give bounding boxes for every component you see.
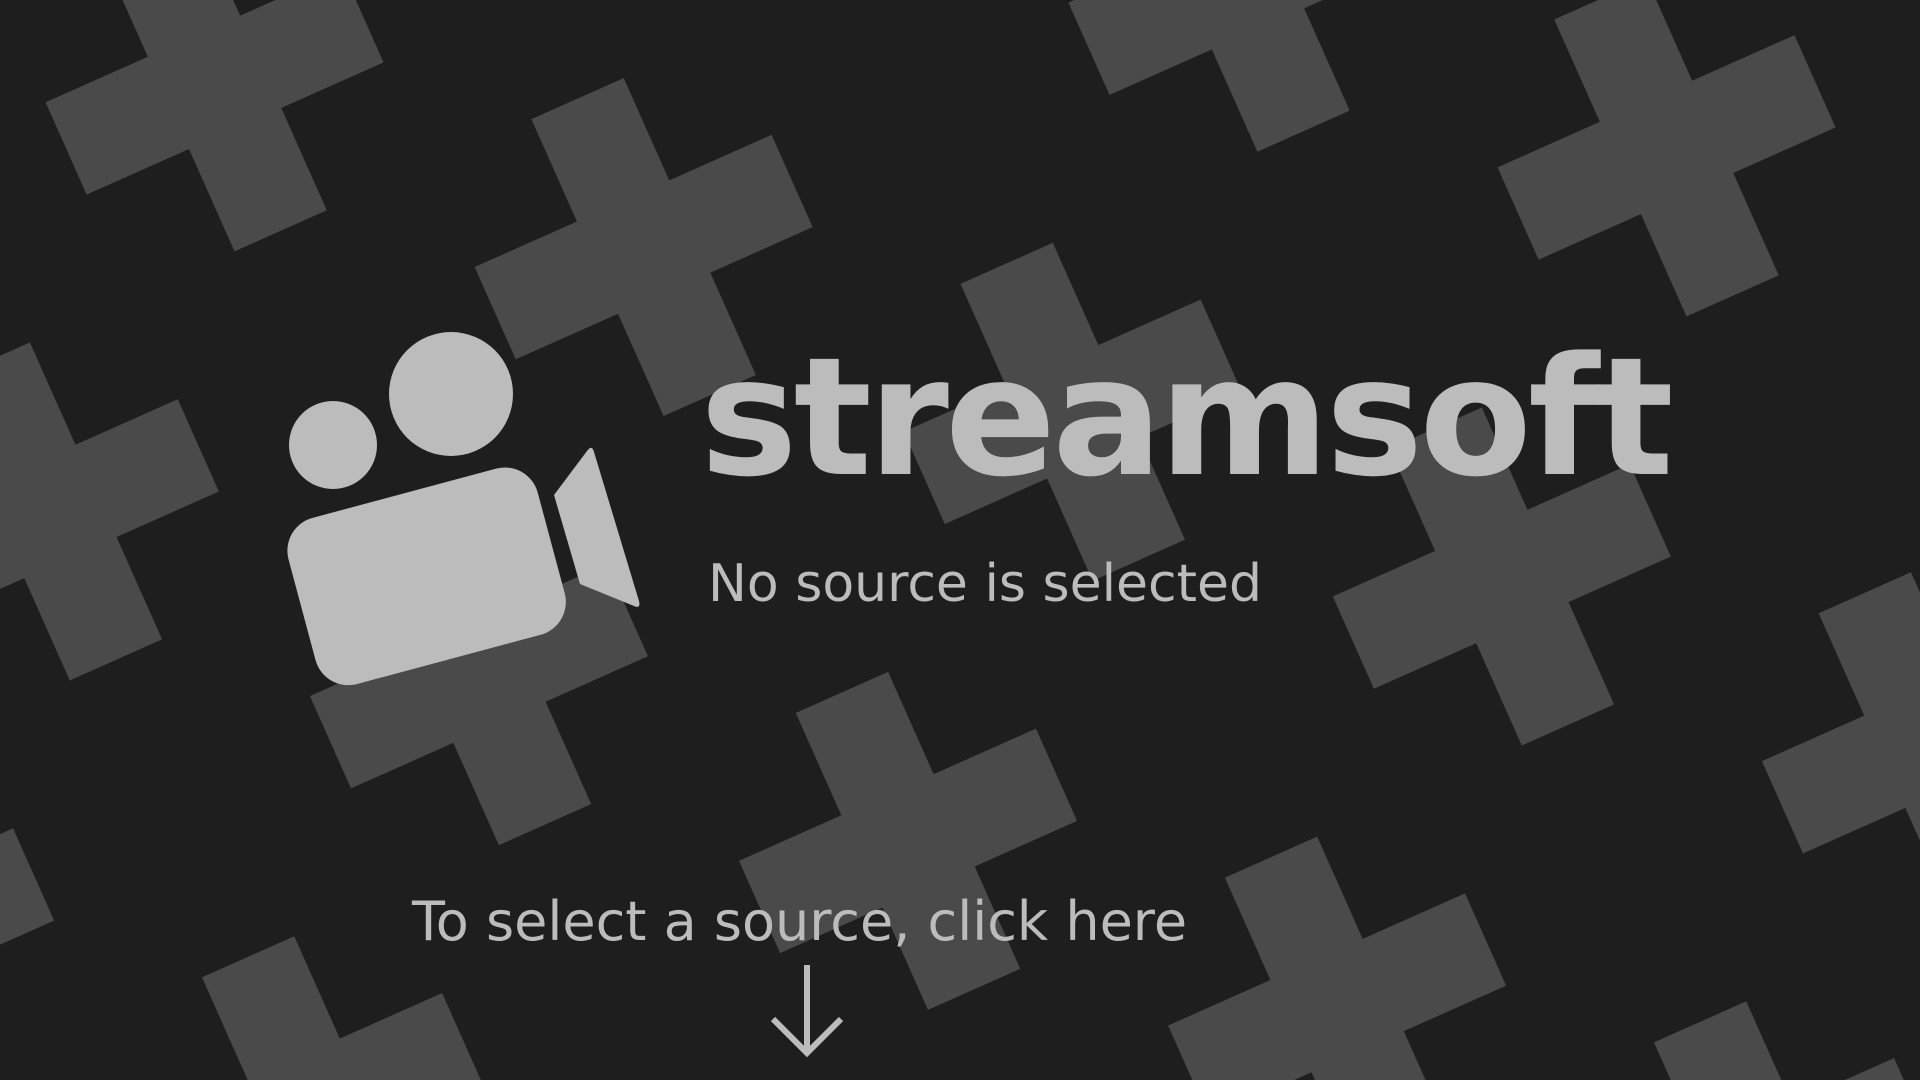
arrow-down-icon[interactable] <box>770 965 844 1061</box>
status-message: No source is selected <box>708 554 1263 614</box>
brand-logo: streamsoft No source is selected <box>280 330 1700 700</box>
no-source-screen: streamsoft No source is selected To sele… <box>0 0 1920 1080</box>
select-source-hint[interactable]: To select a source, click here <box>400 895 1220 1070</box>
select-source-hint-text[interactable]: To select a source, click here <box>412 895 1187 949</box>
video-camera-icon <box>287 332 640 686</box>
brand-name: streamsoft <box>700 322 1674 513</box>
